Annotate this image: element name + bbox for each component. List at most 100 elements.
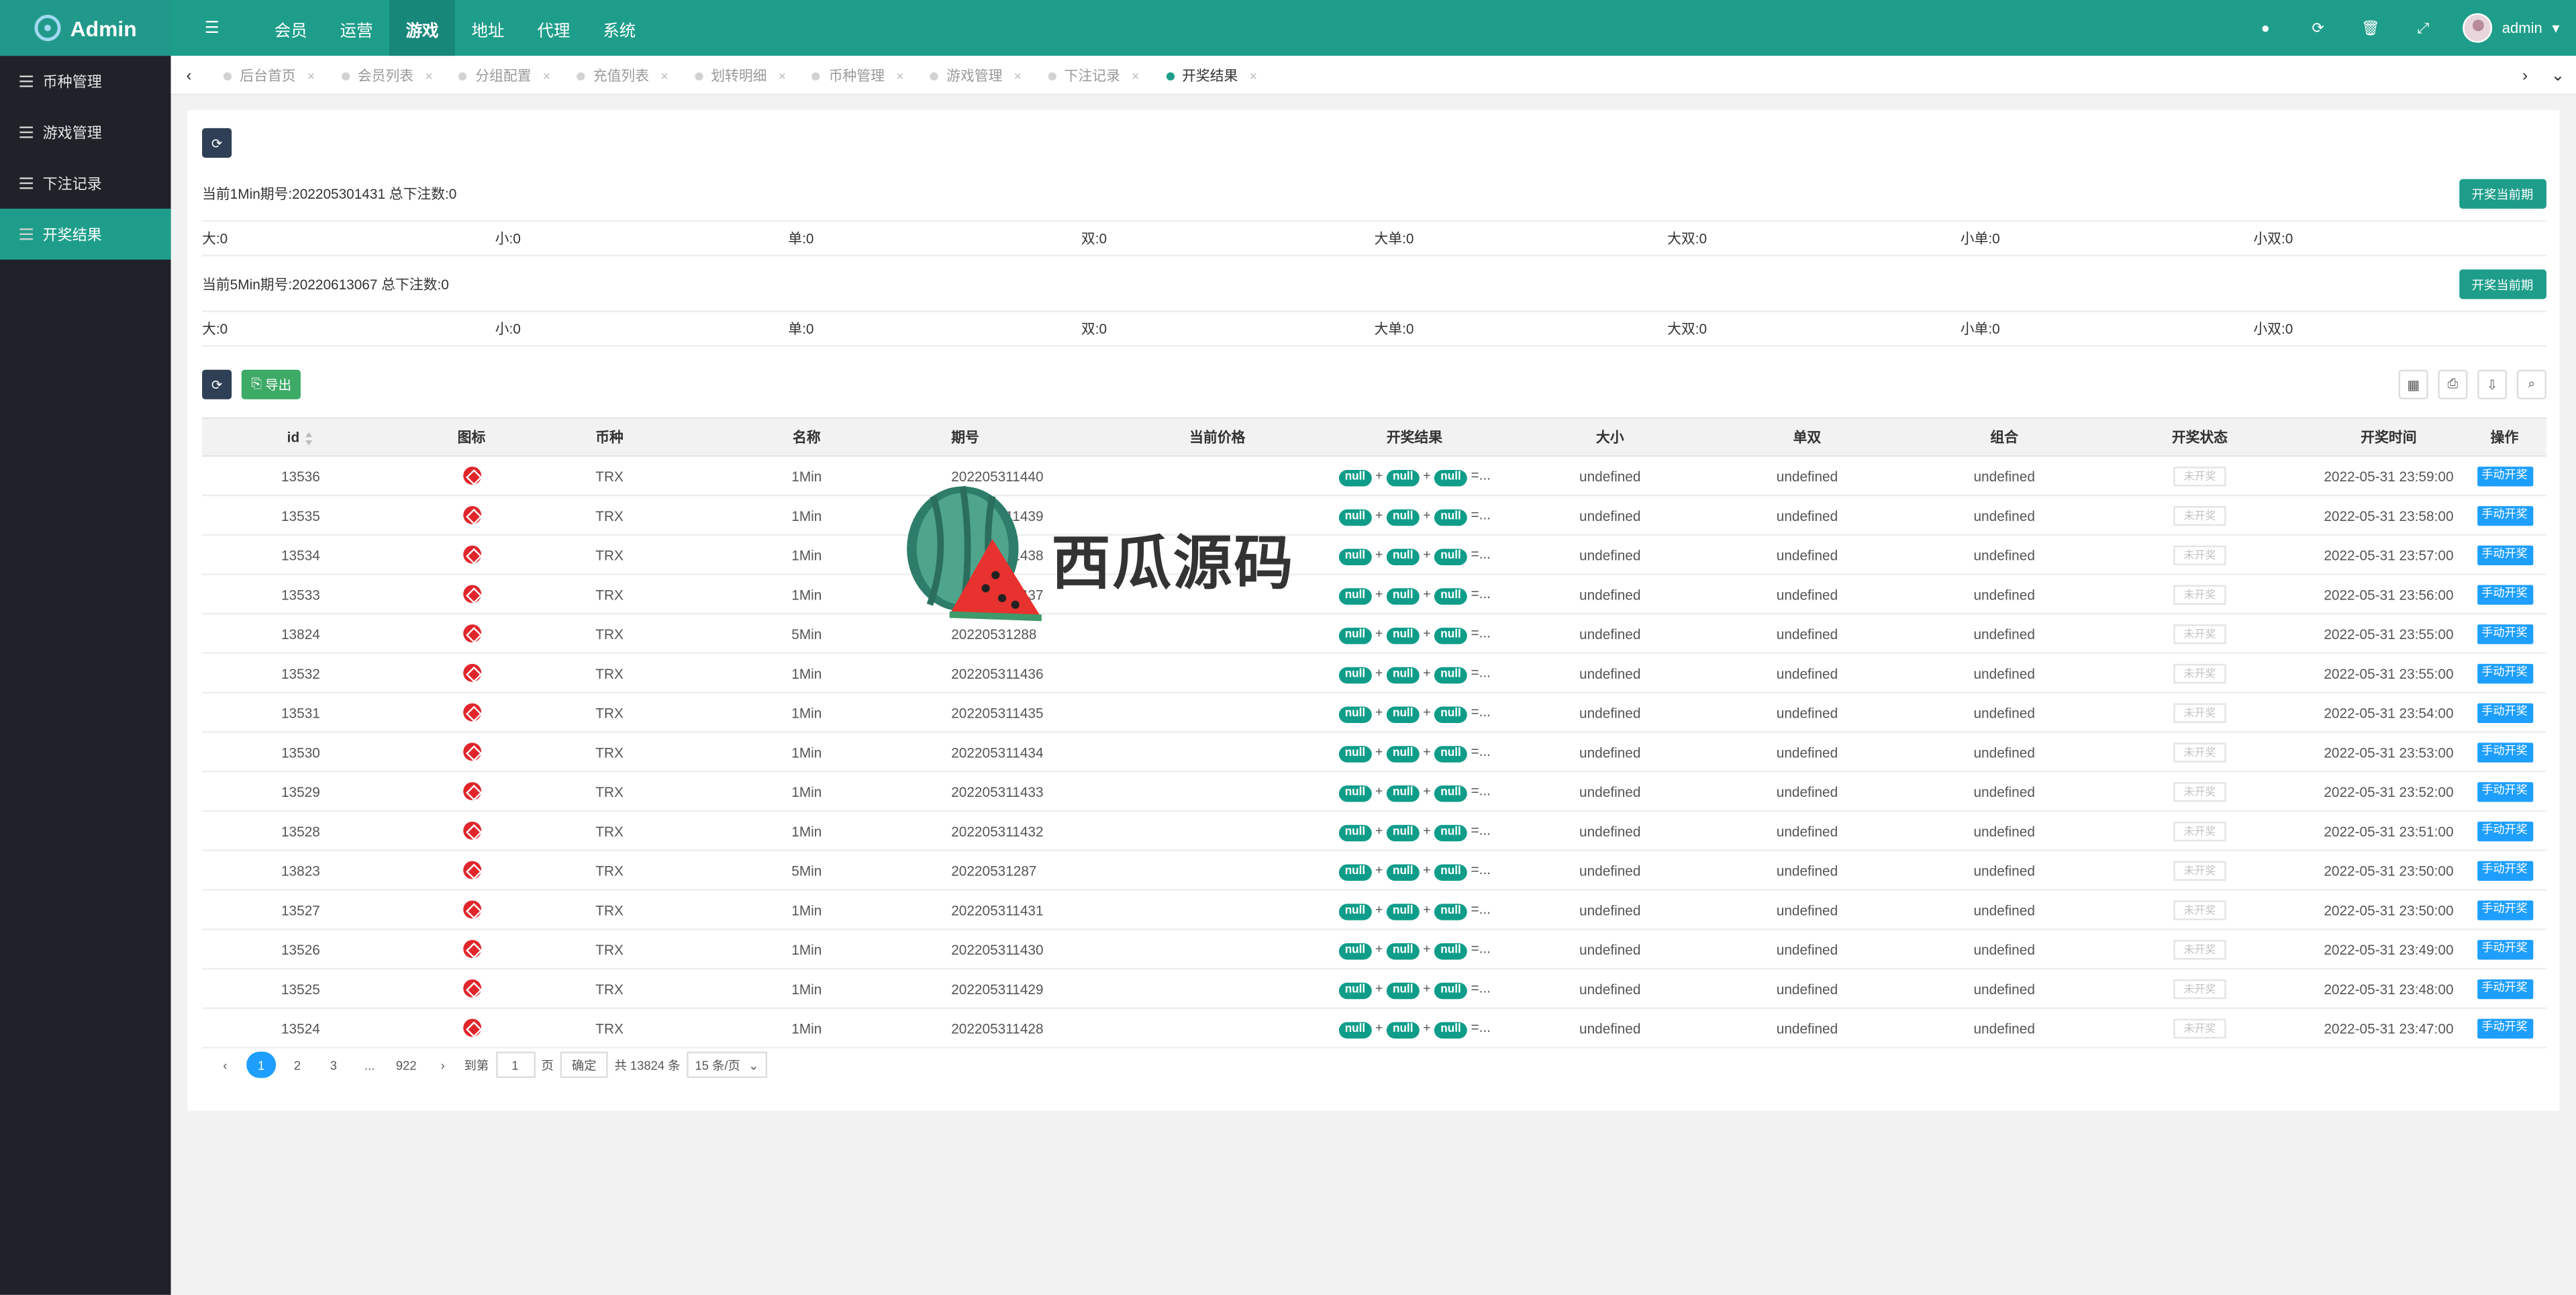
top-nav-item[interactable]: 会员 — [258, 0, 324, 56]
print-icon[interactable]: ⎙ — [2438, 369, 2468, 399]
sort-icon[interactable] — [305, 432, 314, 445]
manual-draw-button[interactable]: 手动开奖 — [2476, 585, 2533, 605]
tab-scroll-right-icon[interactable]: › — [2507, 56, 2543, 95]
sidebar-item[interactable]: 开奖结果 — [0, 208, 171, 260]
tab-menu-chevron-icon[interactable]: ⌄ — [2540, 56, 2576, 95]
prev-page-icon[interactable]: ‹ — [210, 1052, 240, 1078]
draw-1min-button[interactable]: 开奖当前期 — [2458, 179, 2546, 209]
trx-coin-icon — [462, 506, 481, 525]
export-button[interactable]: ⎘ 导出 — [241, 369, 301, 399]
tab-item[interactable]: 会员列表 × — [328, 56, 446, 95]
goto-confirm-button[interactable]: 确定 — [560, 1051, 608, 1078]
tab-close-icon[interactable]: × — [425, 68, 432, 83]
cell-period: 202205311429 — [951, 980, 1044, 997]
tab-close-icon[interactable]: × — [779, 68, 786, 83]
table-refresh-button[interactable]: ⟳ — [202, 369, 232, 399]
manual-draw-button[interactable]: 手动开奖 — [2476, 703, 2533, 723]
refresh-icon[interactable]: ⟳ — [2291, 0, 2344, 56]
tab-scroll-left-icon[interactable]: ‹ — [171, 56, 207, 95]
tab-dot-icon — [1165, 71, 1174, 80]
draw-5min-button[interactable]: 开奖当前期 — [2458, 269, 2546, 299]
tab-item[interactable]: 划转明细 × — [681, 56, 799, 95]
cell-time: 2022-05-31 23:47:00 — [2324, 1019, 2454, 1037]
top-nav-item[interactable]: 系统 — [587, 0, 652, 56]
user-menu[interactable]: admin ▾ — [2449, 13, 2576, 43]
sidebar-item[interactable]: 下注记录 — [0, 158, 171, 209]
trx-coin-icon — [462, 822, 481, 841]
clear-cache-icon[interactable]: 🗑 — [2344, 0, 2397, 56]
manual-draw-button[interactable]: 手动开奖 — [2476, 663, 2533, 684]
manual-draw-button[interactable]: 手动开奖 — [2476, 821, 2533, 842]
page-number[interactable]: 922 — [391, 1052, 422, 1078]
page-number[interactable]: 1 — [246, 1051, 277, 1078]
theme-icon[interactable]: ● — [2239, 0, 2291, 56]
top-nav-item[interactable]: 运营 — [324, 0, 389, 56]
cell-odd-even: undefined — [1776, 743, 1838, 761]
tab-close-icon[interactable]: × — [543, 68, 550, 83]
sidebar-item[interactable]: 游戏管理 — [0, 107, 171, 158]
cell-size: undefined — [1579, 822, 1641, 839]
cell-icon — [399, 467, 544, 485]
manual-draw-button[interactable]: 手动开奖 — [2476, 782, 2533, 802]
tab-item[interactable]: 下注记录 × — [1035, 56, 1152, 95]
cell-odd-even: undefined — [1776, 704, 1838, 721]
manual-draw-button[interactable]: 手动开奖 — [2476, 742, 2533, 763]
search-icon[interactable]: ⌕ — [2516, 369, 2546, 399]
tab-item[interactable]: 充值列表 × — [564, 56, 681, 95]
export-tool-icon[interactable]: ⇩ — [2477, 369, 2508, 399]
cell-id: 13530 — [281, 743, 320, 761]
tab-close-icon[interactable]: × — [896, 68, 903, 83]
logo[interactable]: Admin — [0, 0, 171, 56]
manual-draw-button[interactable]: 手动开奖 — [2476, 624, 2533, 644]
tab-close-icon[interactable]: × — [1132, 68, 1139, 83]
state-badge: 未开奖 — [2173, 584, 2226, 604]
columns-icon[interactable]: ▦ — [2398, 369, 2428, 399]
goto-page-input[interactable]: 1 — [495, 1051, 535, 1078]
page-number[interactable]: 2 — [283, 1052, 312, 1078]
manual-draw-button[interactable]: 手动开奖 — [2476, 467, 2533, 487]
cell-time: 2022-05-31 23:50:00 — [2324, 901, 2454, 918]
tab-close-icon[interactable]: × — [1014, 68, 1022, 83]
state-badge: 未开奖 — [2173, 978, 2226, 998]
top-nav-item[interactable]: 地址 — [455, 0, 521, 56]
table-row: 13530 TRX 1Min 202205311434 null + null + null =.… — [202, 733, 2546, 773]
manual-draw-button[interactable]: 手动开奖 — [2476, 545, 2533, 566]
table-body: 13536 TRX 1Min 202205311440 null + null + null =.… — [202, 457, 2546, 1049]
manual-draw-button[interactable]: 手动开奖 — [2476, 979, 2533, 1000]
page-size-select[interactable]: 15 条/页 ⌄ — [687, 1051, 767, 1078]
cell-time: 2022-05-31 23:57:00 — [2324, 546, 2454, 563]
manual-draw-button[interactable]: 手动开奖 — [2476, 861, 2533, 881]
sidebar: 币种管理 游戏管理 下注记录 开奖结果 — [0, 56, 171, 1295]
top-nav-item[interactable]: 游戏 — [389, 0, 456, 56]
page-number[interactable]: 3 — [319, 1052, 348, 1078]
fullscreen-icon[interactable]: ⤢ — [2397, 0, 2449, 56]
tab-item[interactable]: 分组配置 × — [446, 56, 563, 95]
cell-coin: TRX — [595, 1019, 624, 1037]
manual-draw-button[interactable]: 手动开奖 — [2476, 900, 2533, 920]
sidebar-item[interactable]: 币种管理 — [0, 56, 171, 107]
refresh-button[interactable]: ⟳ — [202, 128, 232, 158]
manual-draw-button[interactable]: 手动开奖 — [2476, 1018, 2533, 1039]
tab-close-icon[interactable]: × — [1250, 68, 1257, 83]
cell-size: undefined — [1579, 1019, 1641, 1037]
cell-combo: undefined — [1973, 901, 2035, 918]
manual-draw-button[interactable]: 手动开奖 — [2476, 940, 2533, 960]
tab-close-icon[interactable]: × — [660, 68, 668, 83]
tab-item[interactable]: 游戏管理 × — [917, 56, 1034, 95]
tab-close-icon[interactable]: × — [307, 68, 315, 83]
menu-toggle-icon[interactable]: ☰ — [194, 15, 230, 41]
tab-item[interactable]: 后台首页 × — [210, 56, 328, 95]
manual-draw-button[interactable]: 手动开奖 — [2476, 506, 2533, 526]
column-header-label: 币种 — [595, 428, 624, 446]
column-header-label: id — [287, 428, 300, 446]
next-page-icon[interactable]: › — [428, 1052, 458, 1078]
stat-cell: 大双:0 — [1667, 230, 1707, 247]
tab-item[interactable]: 币种管理 × — [799, 56, 917, 95]
column-header[interactable]: id — [202, 429, 399, 445]
cell-icon — [399, 742, 544, 761]
cell-period: 202205311440 — [951, 467, 1044, 484]
page-number: ... — [364, 1057, 375, 1073]
state-badge: 未开奖 — [2173, 742, 2226, 762]
tab-item[interactable]: 开奖结果 × — [1152, 56, 1270, 95]
top-nav-item[interactable]: 代理 — [521, 0, 587, 56]
